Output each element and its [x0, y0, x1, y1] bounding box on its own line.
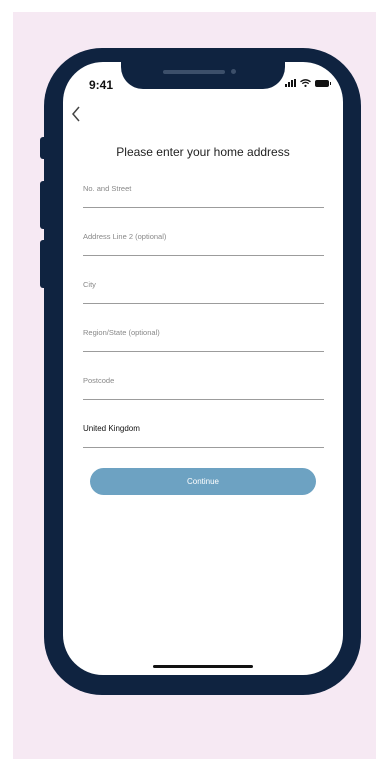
city-field[interactable]: City: [83, 273, 324, 304]
address-line-2-field[interactable]: Address Line 2 (optional): [83, 225, 324, 256]
home-indicator: [153, 665, 253, 668]
page-title: Please enter your home address: [116, 145, 290, 159]
city-placeholder: City: [83, 280, 96, 289]
street-field[interactable]: No. and Street: [83, 177, 324, 208]
phone-screen: 9:41 Please enter your home address No. …: [63, 62, 343, 675]
street-placeholder: No. and Street: [83, 184, 132, 193]
battery-icon: [315, 80, 331, 87]
country-value: United Kingdom: [83, 424, 140, 433]
speaker: [163, 70, 225, 74]
postcode-field[interactable]: Postcode: [83, 369, 324, 400]
back-button[interactable]: [65, 102, 87, 126]
status-time: 9:41: [89, 78, 114, 92]
notch: [121, 62, 285, 89]
region-placeholder: Region/State (optional): [83, 328, 160, 337]
continue-button[interactable]: Continue: [90, 468, 316, 495]
address-line-2-placeholder: Address Line 2 (optional): [83, 232, 167, 241]
postcode-placeholder: Postcode: [83, 376, 115, 385]
chevron-left-icon: [72, 106, 80, 122]
wifi-icon: [300, 79, 311, 87]
country-field[interactable]: United Kingdom: [83, 417, 324, 448]
status-icons: [285, 79, 331, 87]
signal-icon: [285, 79, 296, 87]
region-field[interactable]: Region/State (optional): [83, 321, 324, 352]
camera: [231, 69, 236, 74]
